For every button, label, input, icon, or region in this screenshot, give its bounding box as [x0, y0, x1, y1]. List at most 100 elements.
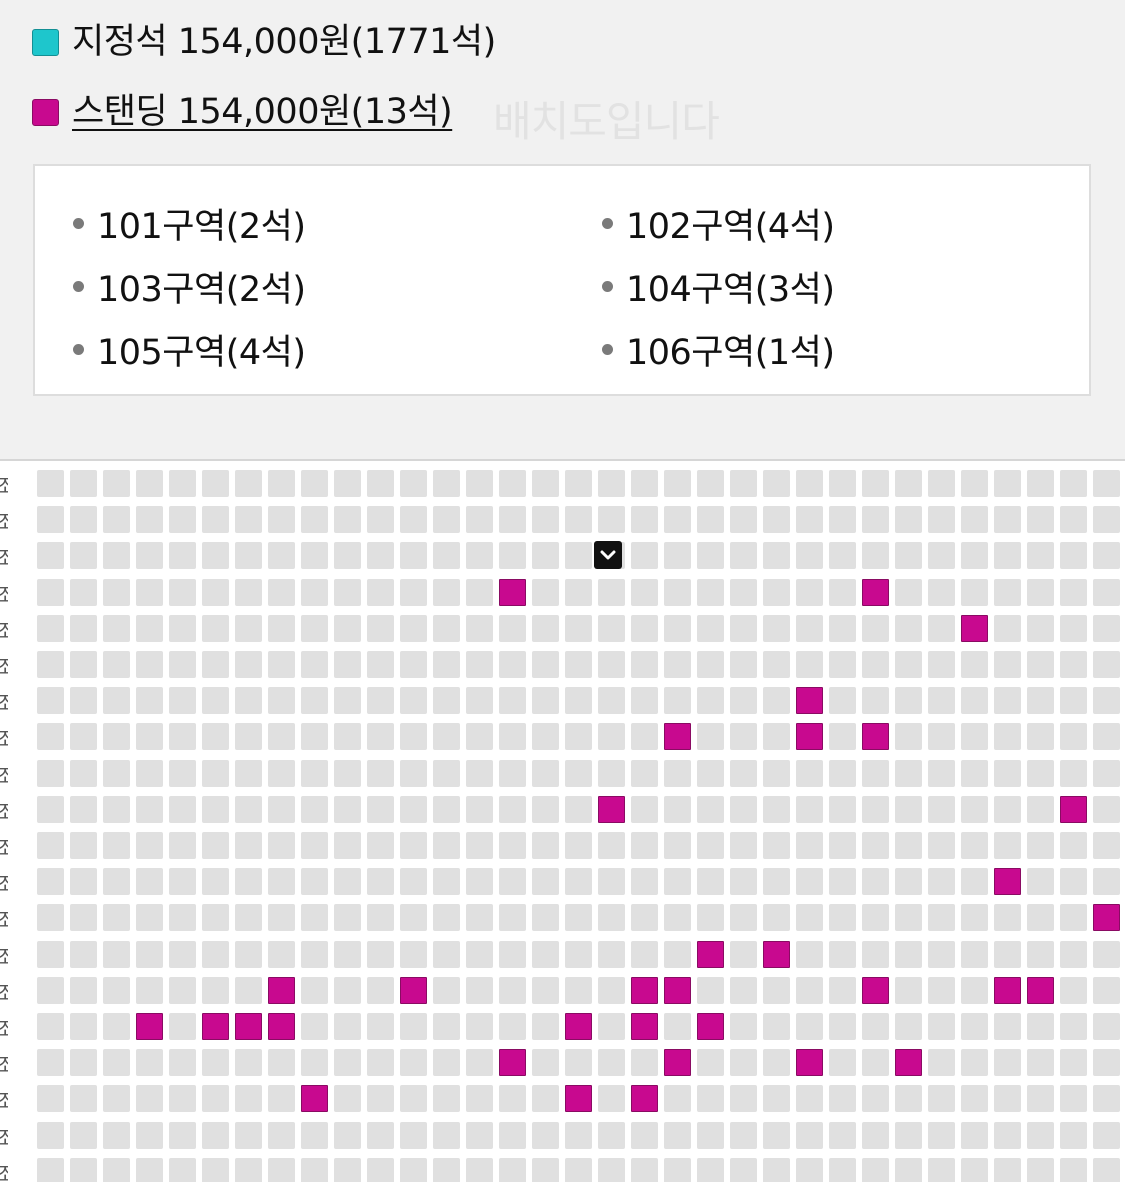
seat[interactable]: [862, 470, 889, 497]
seat[interactable]: [367, 977, 394, 1004]
seat[interactable]: [499, 723, 526, 750]
seat[interactable]: [169, 941, 196, 968]
seat[interactable]: [565, 615, 592, 642]
seat[interactable]: [37, 1049, 64, 1076]
seat[interactable]: [37, 868, 64, 895]
seat[interactable]: [367, 470, 394, 497]
seat[interactable]: [103, 868, 130, 895]
seat[interactable]: [829, 615, 856, 642]
seat[interactable]: [1060, 1122, 1087, 1149]
seat[interactable]: [763, 868, 790, 895]
seat[interactable]: [763, 1013, 790, 1040]
seat[interactable]: [961, 977, 988, 1004]
seat[interactable]: [235, 542, 262, 569]
seat[interactable]: [631, 832, 658, 859]
seat[interactable]: [1027, 687, 1054, 714]
seat[interactable]: [103, 796, 130, 823]
seat[interactable]: [235, 687, 262, 714]
seat[interactable]: [664, 904, 691, 931]
seat[interactable]: [895, 615, 922, 642]
seat[interactable]: [235, 1049, 262, 1076]
seat[interactable]: [961, 1049, 988, 1076]
seat[interactable]: [598, 615, 625, 642]
seat[interactable]: [103, 832, 130, 859]
seat[interactable]: [169, 687, 196, 714]
seat[interactable]: [862, 1085, 889, 1112]
seat[interactable]: [763, 723, 790, 750]
seat[interactable]: [70, 542, 97, 569]
seat[interactable]: [598, 868, 625, 895]
seat[interactable]: [796, 542, 823, 569]
seat[interactable]: [136, 941, 163, 968]
seat[interactable]: [103, 1158, 130, 1182]
seat[interactable]: [70, 1158, 97, 1182]
seat[interactable]: [367, 1158, 394, 1182]
seat[interactable]: [433, 615, 460, 642]
seat[interactable]: [895, 904, 922, 931]
available-seat[interactable]: [1060, 796, 1087, 823]
seat[interactable]: [631, 796, 658, 823]
seat[interactable]: [499, 542, 526, 569]
seat[interactable]: [235, 651, 262, 678]
seat[interactable]: [895, 723, 922, 750]
seat[interactable]: [895, 1158, 922, 1182]
available-seat[interactable]: [631, 1013, 658, 1040]
seat[interactable]: [565, 977, 592, 1004]
seat[interactable]: [994, 1049, 1021, 1076]
seat[interactable]: [103, 687, 130, 714]
seat[interactable]: [565, 832, 592, 859]
seat[interactable]: [1093, 1013, 1120, 1040]
seat[interactable]: [1060, 760, 1087, 787]
seat[interactable]: [103, 506, 130, 533]
seat[interactable]: [664, 506, 691, 533]
seat[interactable]: [136, 579, 163, 606]
seat[interactable]: [895, 941, 922, 968]
seat[interactable]: [103, 1085, 130, 1112]
seat[interactable]: [1093, 832, 1120, 859]
seat[interactable]: [895, 832, 922, 859]
available-seat[interactable]: [796, 687, 823, 714]
seat[interactable]: [136, 760, 163, 787]
seat[interactable]: [499, 832, 526, 859]
seat[interactable]: [532, 542, 559, 569]
seat[interactable]: [301, 832, 328, 859]
seat[interactable]: [928, 868, 955, 895]
seat[interactable]: [268, 651, 295, 678]
seat[interactable]: [895, 470, 922, 497]
seat[interactable]: [169, 506, 196, 533]
seat[interactable]: [730, 687, 757, 714]
seat[interactable]: [334, 796, 361, 823]
seat[interactable]: [631, 651, 658, 678]
seat[interactable]: [37, 687, 64, 714]
seat[interactable]: [37, 977, 64, 1004]
seat[interactable]: [202, 904, 229, 931]
seat[interactable]: [763, 796, 790, 823]
seat[interactable]: [895, 651, 922, 678]
seat[interactable]: [961, 941, 988, 968]
seat[interactable]: [136, 615, 163, 642]
seat[interactable]: [994, 723, 1021, 750]
seat[interactable]: [994, 1085, 1021, 1112]
seat[interactable]: [37, 832, 64, 859]
seat[interactable]: [169, 977, 196, 1004]
seat[interactable]: [664, 868, 691, 895]
seat[interactable]: [301, 941, 328, 968]
seat[interactable]: [862, 832, 889, 859]
seat[interactable]: [235, 796, 262, 823]
seat[interactable]: [994, 941, 1021, 968]
available-seat[interactable]: [598, 796, 625, 823]
seat[interactable]: [169, 1049, 196, 1076]
seat[interactable]: [1027, 651, 1054, 678]
seat[interactable]: [1060, 579, 1087, 606]
seat[interactable]: [763, 687, 790, 714]
seat[interactable]: [1060, 868, 1087, 895]
seat[interactable]: [961, 687, 988, 714]
available-seat[interactable]: [862, 723, 889, 750]
seat[interactable]: [664, 579, 691, 606]
seat[interactable]: [136, 1158, 163, 1182]
seat[interactable]: [1027, 470, 1054, 497]
seat[interactable]: [235, 470, 262, 497]
seat[interactable]: [631, 615, 658, 642]
seat[interactable]: [202, 977, 229, 1004]
seat[interactable]: [862, 506, 889, 533]
